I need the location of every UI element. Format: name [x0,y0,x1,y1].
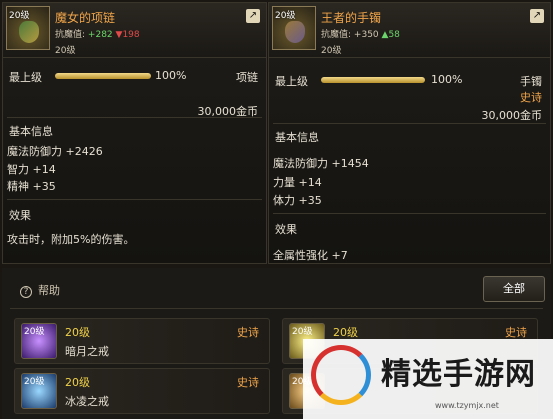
item-header: 20级 魔女的项链 抗魔值: +282 ▼198 20级 ↗ [3,3,266,58]
site-watermark: 精选手游网 www.tzymjx.net [303,339,553,419]
stat-line: 魔法防御力 +1454 [273,157,369,170]
equipment-card[interactable]: 20级 20级 冰凌之戒 史诗 [14,368,270,414]
watermark-text: 精选手游网 [381,357,536,392]
progress-percent: 100% [155,69,187,82]
equipment-card[interactable]: 20级 20级 暗月之戒 史诗 [14,318,270,364]
upgrade-progress: 最上级 100% 项链 [9,69,258,84]
item-name: 王者的手镯 [321,11,382,25]
basic-info-title: 基本信息 [275,131,319,144]
share-icon[interactable]: ↗ [530,9,544,23]
progress-percent: 100% [431,73,463,86]
rarity-label: 史诗 [520,91,542,104]
share-icon[interactable]: ↗ [246,9,260,23]
divider [7,117,262,118]
divider [10,308,543,309]
upgrade-progress: 最上级 100% 手镯 [275,73,542,88]
ring-icon: 20级 [21,323,57,359]
stat-line: 体力 +35 [273,194,322,207]
watermark-url: www.tzymjx.net [435,401,499,410]
help-link[interactable]: ? 帮助 [20,282,60,298]
card-rarity: 史诗 [237,326,259,339]
resist-value: 抗魔值: +350 ▲58 [321,30,400,40]
effect-text: 攻击时，附加5%的伤害。 [7,233,135,246]
effect-title: 效果 [9,209,31,222]
item-tooltip-bracelet: 20级 王者的手镯 抗魔值: +350 ▲58 20级 ↗ 最上级 100% 手… [268,2,551,264]
item-tooltip-necklace: 20级 魔女的项链 抗魔值: +282 ▼198 20级 ↗ 最上级 100% … [2,2,267,264]
filter-all-button[interactable]: 全部 [483,276,545,302]
item-level: 20级 [321,46,342,56]
effect-title: 效果 [275,223,297,236]
stat-line: 力量 +14 [273,176,322,189]
watermark-logo-icon [311,345,371,405]
stat-line: 智力 +14 [7,163,56,176]
card-rarity: 史诗 [237,376,259,389]
item-name: 魔女的项链 [55,11,116,25]
resist-value: 抗魔值: +282 ▼198 [55,30,140,40]
gem-icon [19,21,39,43]
card-level: 20级 [65,376,90,389]
basic-info-title: 基本信息 [9,125,53,138]
bracelet-icon: 20级 [272,6,316,50]
card-name: 暗月之戒 [65,345,109,358]
slot-type: 手镯 [520,75,542,88]
necklace-icon: 20级 [6,6,50,50]
card-level: 20级 [65,326,90,339]
slot-type: 项链 [236,71,258,84]
divider [7,199,262,200]
progress-bar [55,73,151,79]
card-name: 冰凌之戒 [65,395,109,408]
item-level: 20级 [55,46,76,56]
gem-icon [285,21,305,43]
progress-bar [321,77,425,83]
price: 30,000金币 [481,109,543,122]
divider [273,123,546,124]
level-badge: 20级 [275,11,296,21]
level-badge: 20级 [9,11,30,21]
card-level: 20级 [333,326,358,339]
item-header: 20级 王者的手镯 抗魔值: +350 ▲58 20级 ↗ [269,3,550,58]
ring-icon: 20级 [21,373,57,409]
effect-text: 全属性强化 +7 [273,249,348,262]
card-rarity: 史诗 [505,326,527,339]
stat-line: 魔法防御力 +2426 [7,145,103,158]
divider [273,213,546,214]
stat-line: 精神 +35 [7,180,56,193]
question-icon: ? [20,286,32,298]
